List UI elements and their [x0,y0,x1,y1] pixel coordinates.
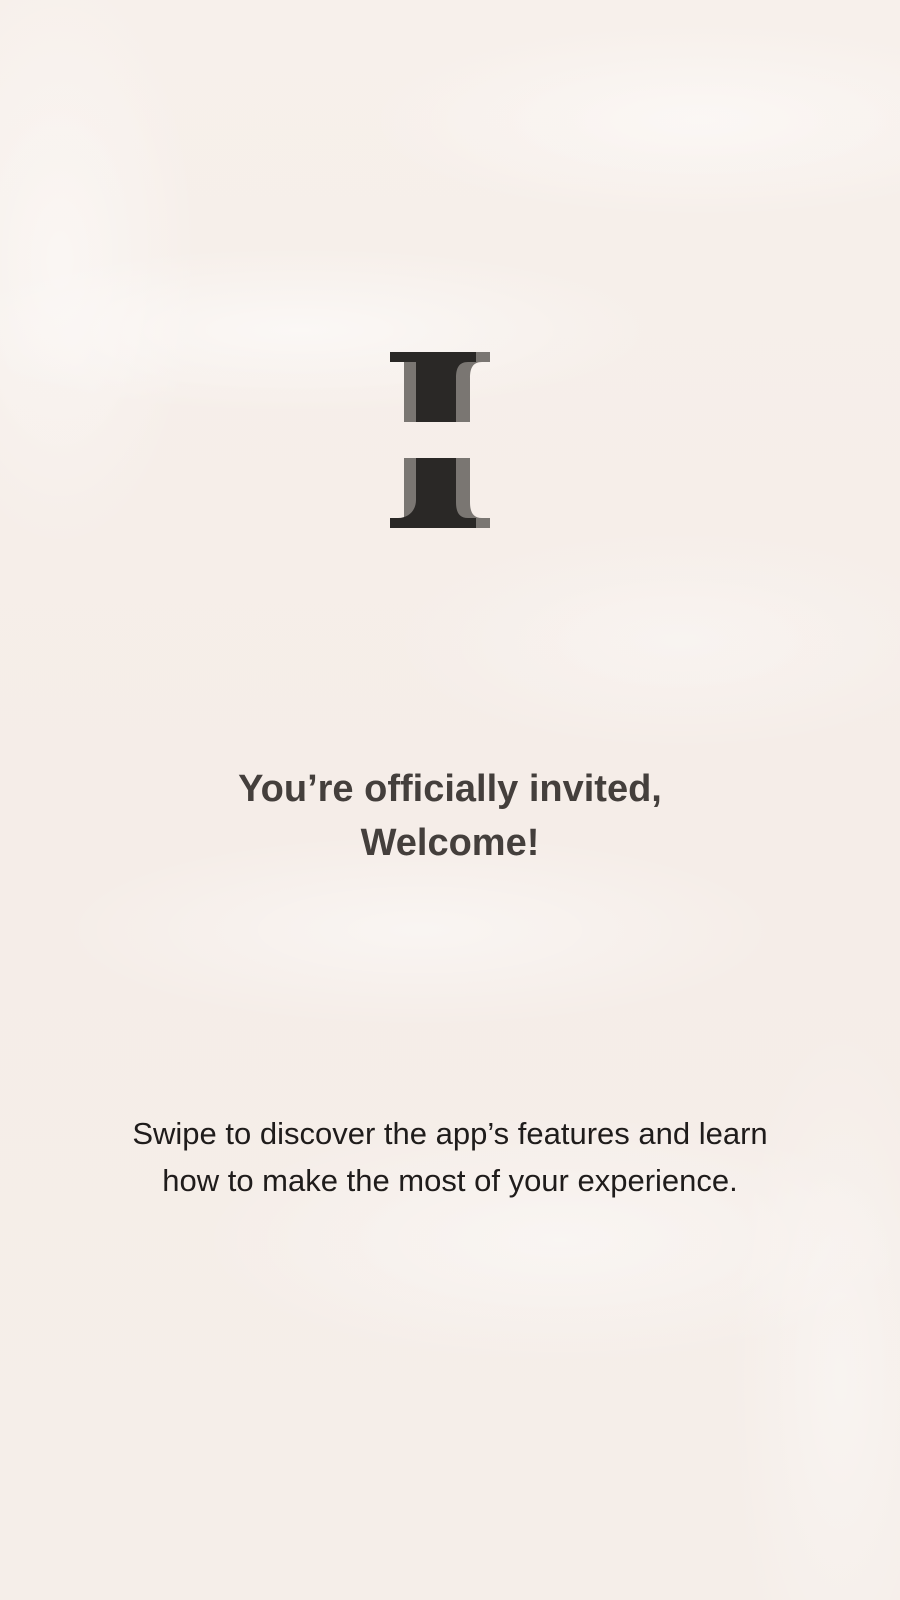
welcome-line-1: You’re officially invited, [238,768,662,810]
app-logo [390,350,490,530]
logo-icon [390,352,490,528]
onboarding-description: Swipe to discover the app’s features and… [60,1110,840,1204]
welcome-heading: You’re officially invited, Welcome! [0,762,900,870]
welcome-line-2: Welcome! [360,822,540,864]
description-line-1: Swipe to discover the app’s features and… [132,1116,768,1151]
description-line-2: how to make the most of your experience. [162,1163,738,1198]
